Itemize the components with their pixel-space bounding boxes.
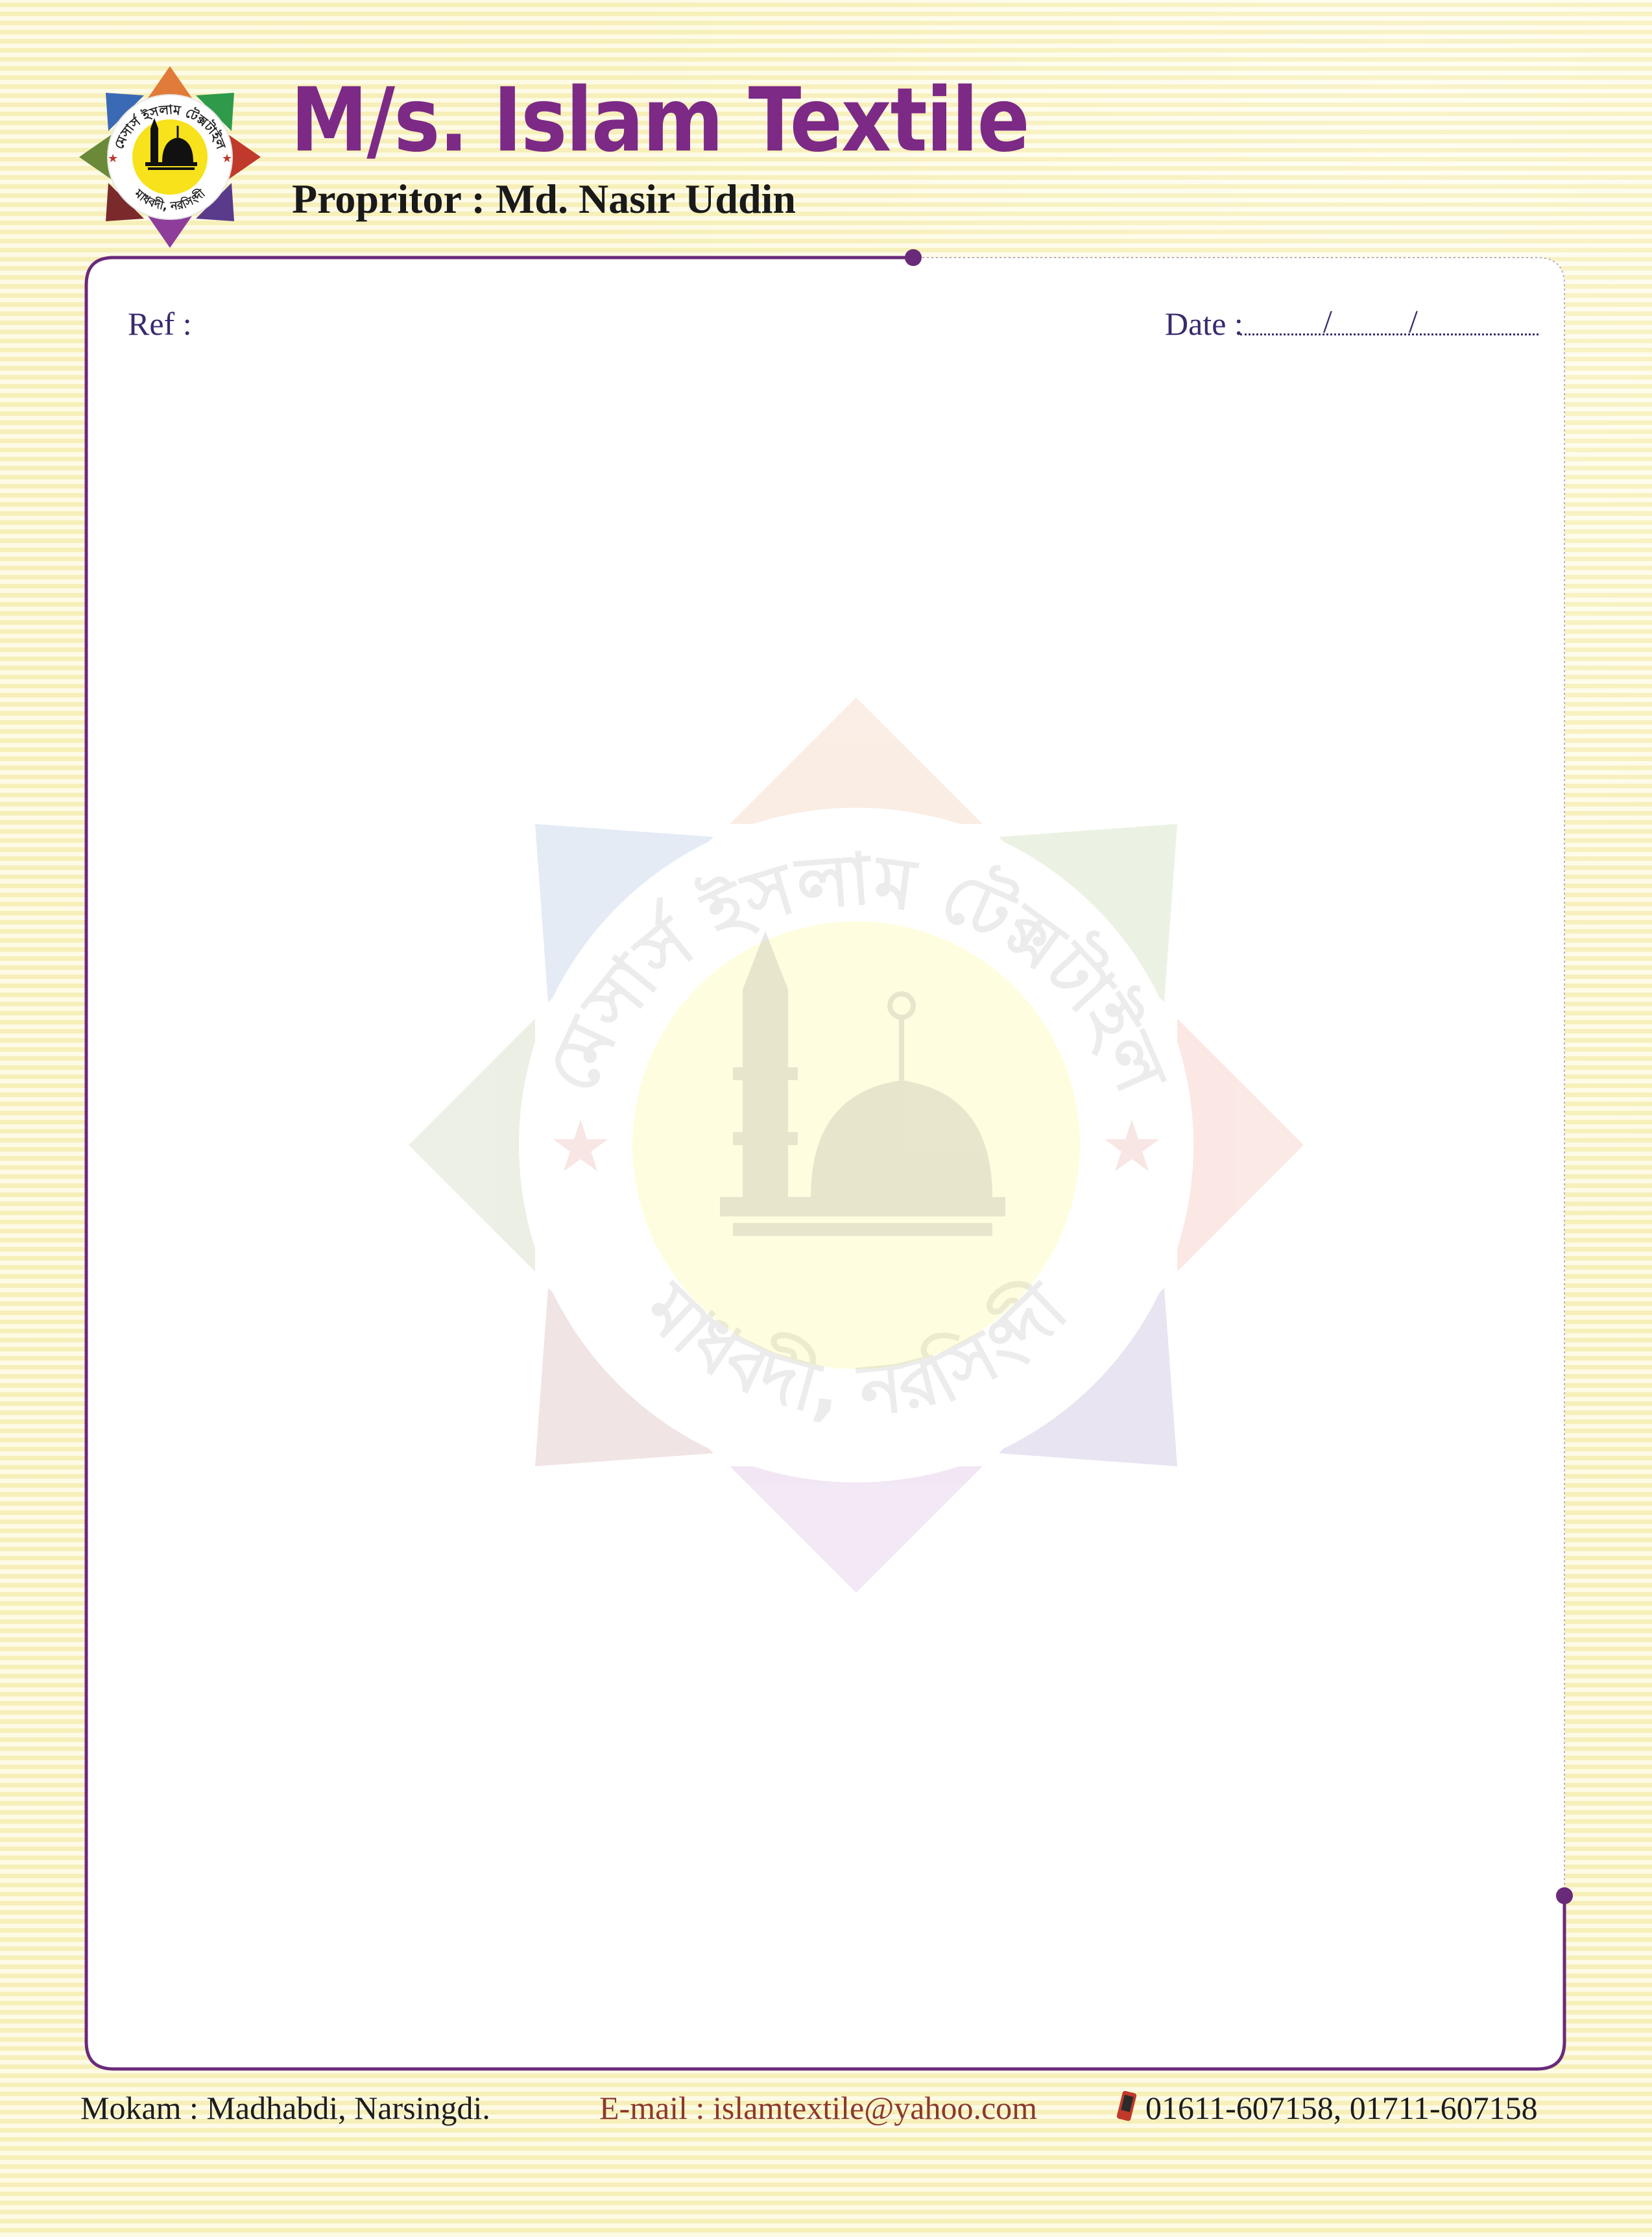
footer-email: E-mail : islamtextile@yahoo.com: [599, 2090, 1038, 2126]
footer-address: Mokam : Madhabdi, Narsingdi.: [80, 2090, 490, 2126]
date-dotted-line: [1240, 333, 1538, 335]
date-separator: /: [1323, 303, 1332, 339]
svg-text:★: ★: [1100, 1107, 1164, 1187]
date-separator: /: [1409, 303, 1418, 339]
mobile-phone-icon: [1117, 2090, 1136, 2122]
ref-label: Ref :: [128, 306, 192, 342]
svg-text:★: ★: [549, 1107, 613, 1187]
footer-phone-numbers: 01611-607158, 01711-607158: [1145, 2090, 1538, 2126]
date-label: Date :: [1165, 306, 1243, 342]
watermark-emblem-icon: ★ ★ মেসার্স ইসলাম টেক্সটাইল মাধবদী, নরসি…: [409, 697, 1304, 1593]
footer-phone: 01611-607158, 01711-607158: [1117, 2089, 1538, 2127]
date-field[interactable]: Date : / /: [1165, 303, 1538, 344]
